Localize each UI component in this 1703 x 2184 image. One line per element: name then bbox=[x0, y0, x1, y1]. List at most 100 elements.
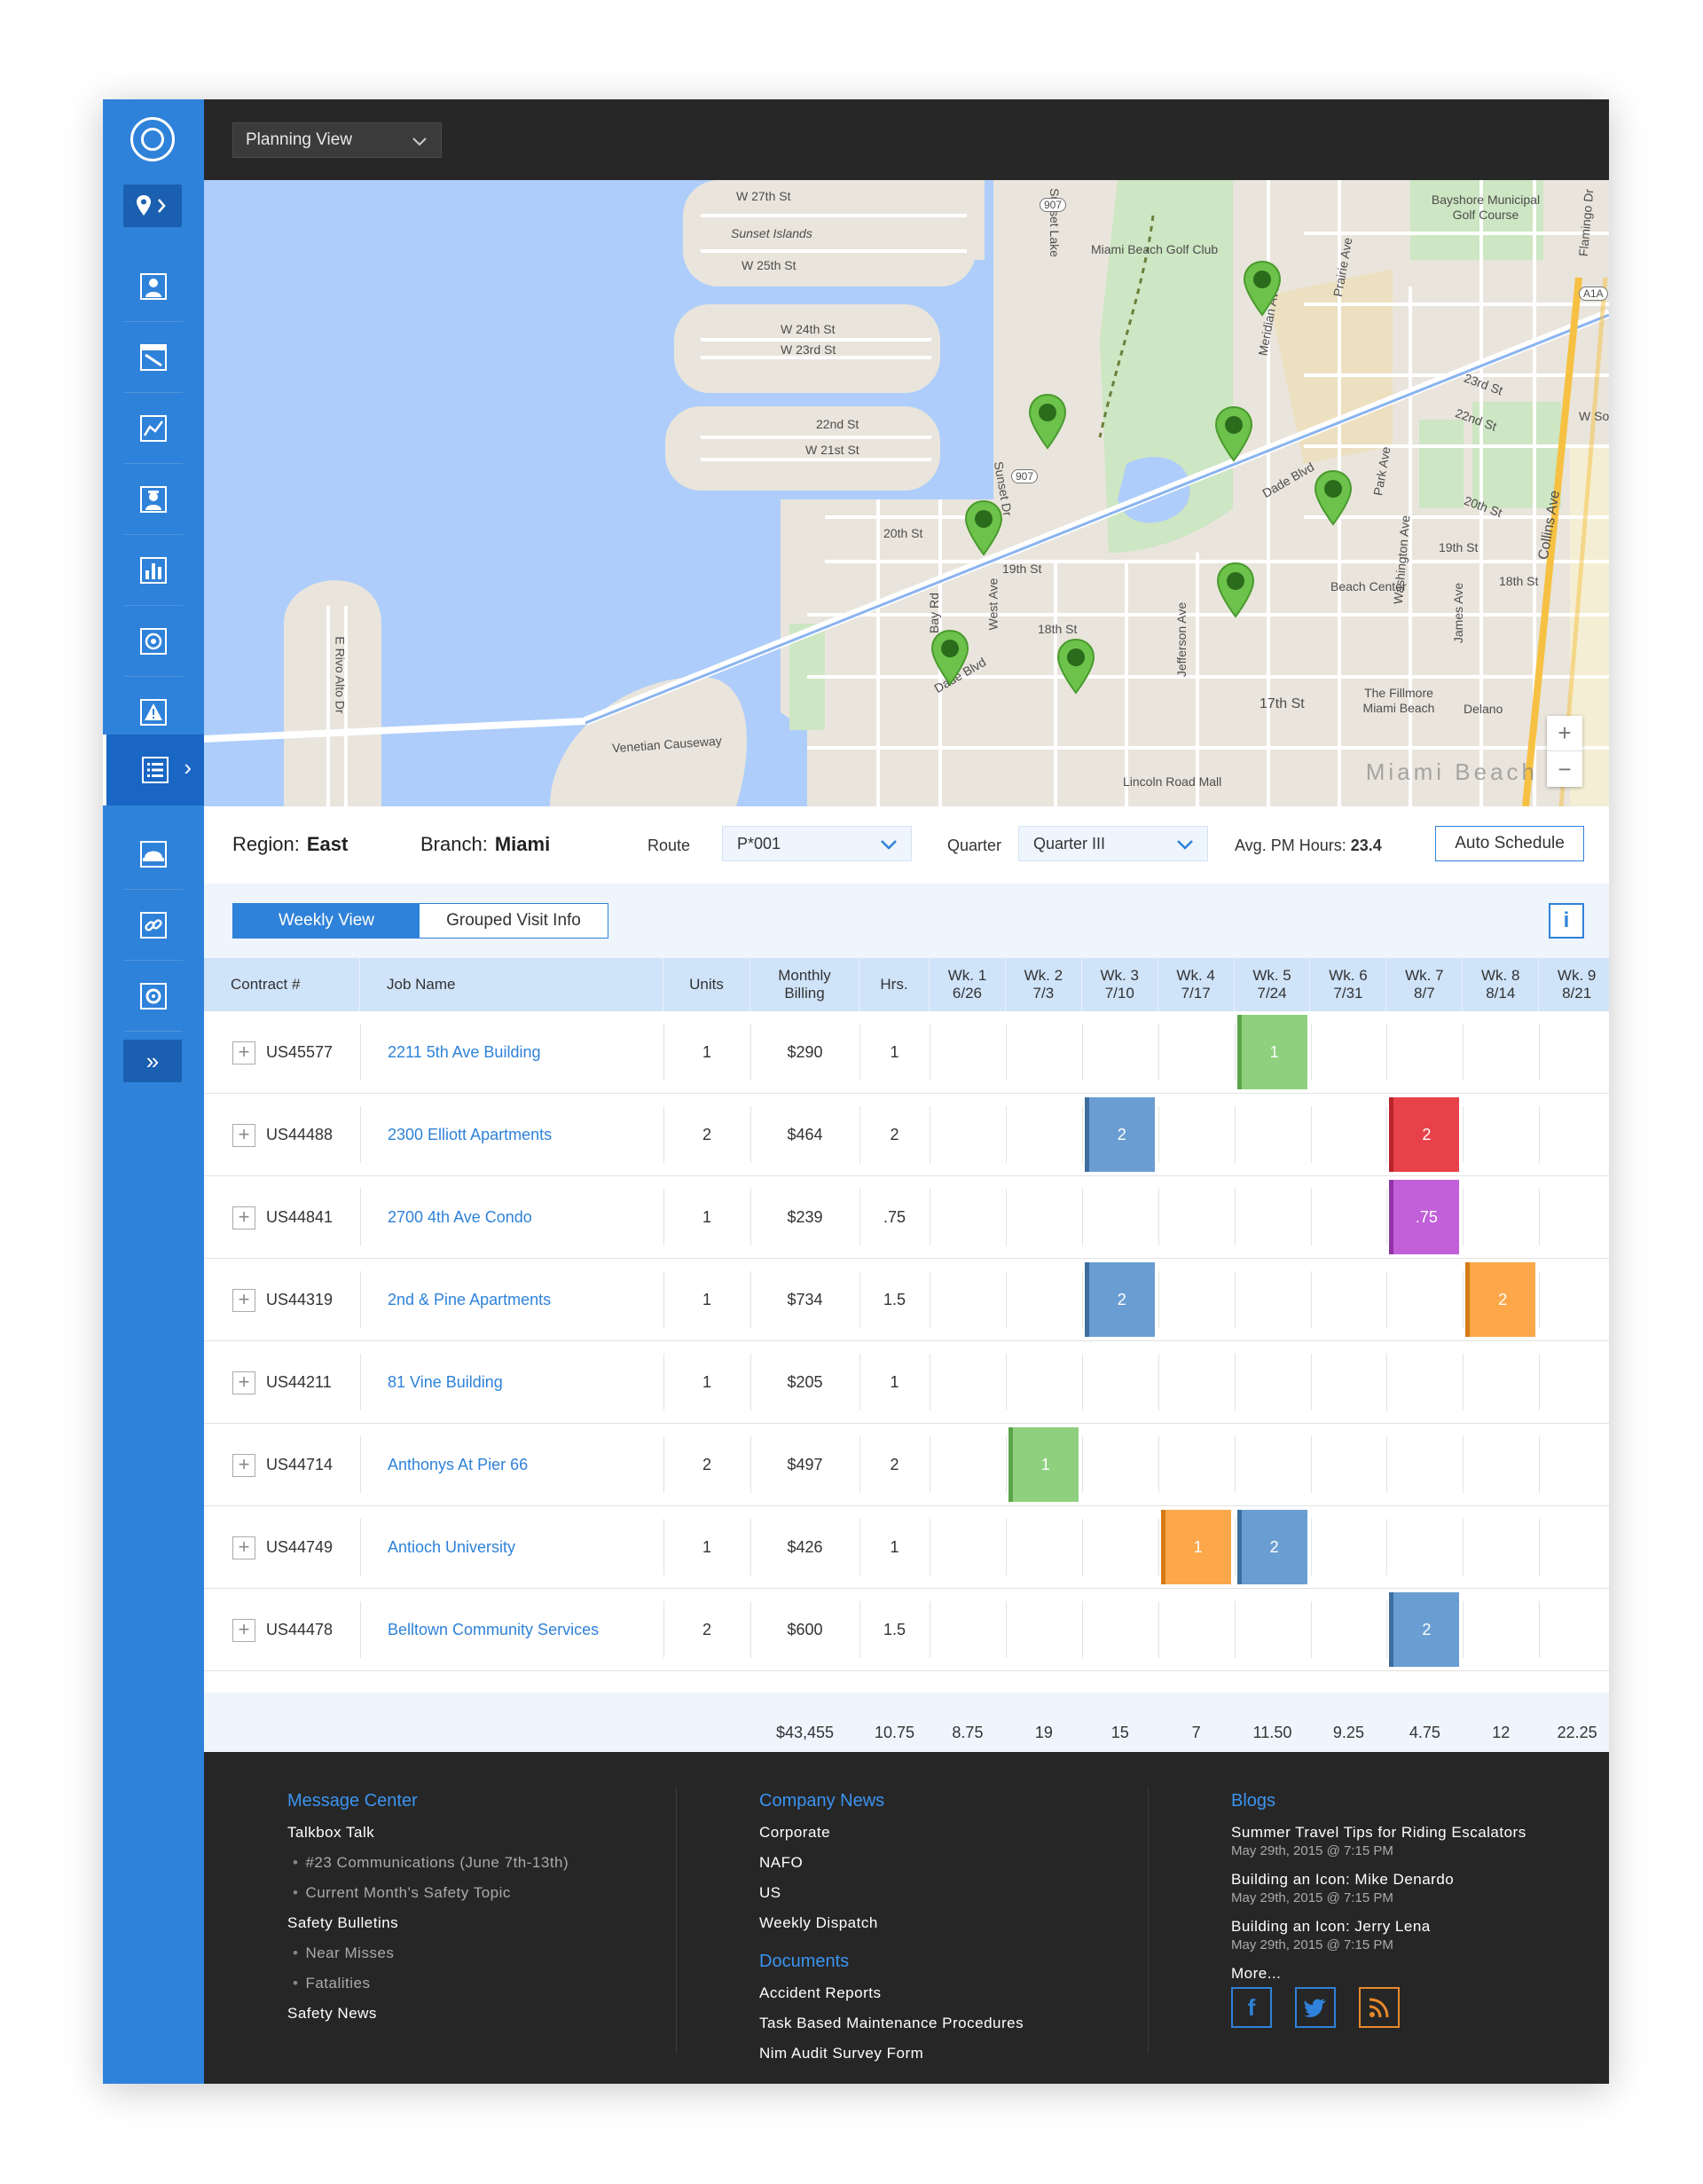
column-header-week[interactable]: Wk. 7 8/7 bbox=[1386, 958, 1464, 1011]
blog-title[interactable]: Summer Travel Tips for Riding Escalators bbox=[1231, 1824, 1526, 1842]
job-name-link[interactable]: 2nd & Pine Apartments bbox=[388, 1259, 551, 1341]
scheduled-visit-block[interactable]: 2 bbox=[1084, 1262, 1155, 1337]
table-row[interactable]: + US44841 2700 4th Ave Condo 1 $239 .75 .75 bbox=[204, 1176, 1609, 1259]
column-header-week[interactable]: Wk. 4 7/17 bbox=[1158, 958, 1235, 1011]
table-row[interactable]: + US44714 Anthonys At Pier 66 2 $497 2 1 bbox=[204, 1424, 1609, 1506]
footer-sublink[interactable]: Current Month's Safety Topic bbox=[287, 1884, 569, 1902]
map-location-toggle-button[interactable] bbox=[123, 185, 182, 227]
job-name-link[interactable]: Belltown Community Services bbox=[388, 1589, 599, 1671]
map-marker[interactable] bbox=[930, 629, 970, 686]
footer-link[interactable]: Task Based Maintenance Procedures bbox=[759, 2015, 1024, 2032]
column-header-contract[interactable]: Contract # bbox=[204, 958, 360, 1011]
scheduled-visit-block[interactable]: 1 bbox=[1236, 1015, 1307, 1089]
expand-row-plus-icon[interactable]: + bbox=[232, 1454, 255, 1477]
footer-link[interactable]: Corporate bbox=[759, 1824, 1024, 1842]
tab-grouped-visit-info[interactable]: Grouped Visit Info bbox=[420, 904, 608, 938]
scheduled-visit-block[interactable]: 2 bbox=[1389, 1097, 1460, 1172]
scheduled-visit-block[interactable]: 1 bbox=[1008, 1427, 1079, 1502]
scheduled-visit-block[interactable]: .75 bbox=[1389, 1180, 1460, 1254]
job-name-link[interactable]: 2700 4th Ave Condo bbox=[388, 1176, 532, 1259]
map-marker[interactable] bbox=[1027, 393, 1068, 450]
footer-sublink[interactable]: Near Misses bbox=[287, 1944, 569, 1962]
sidebar-item-settings-target[interactable] bbox=[124, 607, 183, 677]
blog-title[interactable]: Building an Icon: Mike Denardo bbox=[1231, 1871, 1526, 1889]
column-header-week[interactable]: Wk. 8 8/14 bbox=[1463, 958, 1540, 1011]
map-marker[interactable] bbox=[1213, 405, 1254, 462]
expand-row-plus-icon[interactable]: + bbox=[232, 1371, 255, 1394]
twitter-button[interactable] bbox=[1295, 1987, 1336, 2028]
map-marker[interactable] bbox=[1242, 260, 1283, 317]
map-marker[interactable] bbox=[1313, 469, 1354, 526]
route-select[interactable]: P*001 bbox=[722, 826, 912, 861]
column-header-monthly-billing[interactable]: Monthly Billing bbox=[750, 958, 859, 1011]
footer-sublink[interactable]: Fatalities bbox=[287, 1975, 569, 1992]
expand-row-plus-icon[interactable]: + bbox=[232, 1041, 255, 1065]
job-name-link[interactable]: Antioch University bbox=[388, 1506, 515, 1589]
column-header-week[interactable]: Wk. 3 7/10 bbox=[1082, 958, 1158, 1011]
column-header-week[interactable]: Wk. 9 8/21 bbox=[1539, 958, 1609, 1011]
tab-weekly-view[interactable]: Weekly View bbox=[233, 904, 420, 938]
map-marker[interactable] bbox=[963, 499, 1004, 556]
footer-sublink[interactable]: #23 Communications (June 7th-13th) bbox=[287, 1854, 569, 1872]
footer-link[interactable]: Safety Bulletins bbox=[287, 1914, 569, 1932]
table-row[interactable]: + US44749 Antioch University 1 $426 1 1 2 bbox=[204, 1506, 1609, 1589]
footer-link[interactable]: Weekly Dispatch bbox=[759, 1914, 1024, 1932]
column-header-week[interactable]: Wk. 6 7/31 bbox=[1311, 958, 1387, 1011]
sidebar-item-planning[interactable]: › bbox=[103, 735, 204, 805]
footer-link[interactable]: Accident Reports bbox=[759, 1984, 1024, 2002]
sidebar-item-config[interactable] bbox=[124, 962, 183, 1032]
footer-link[interactable]: NAFO bbox=[759, 1854, 1024, 1872]
column-header-week[interactable]: Wk. 2 7/3 bbox=[1006, 958, 1082, 1011]
blog-title[interactable]: Building an Icon: Jerry Lena bbox=[1231, 1918, 1526, 1936]
column-header-week[interactable]: Wk. 1 6/26 bbox=[930, 958, 1006, 1011]
rss-button[interactable] bbox=[1359, 1987, 1400, 2028]
job-name-link[interactable]: Anthonys At Pier 66 bbox=[388, 1424, 528, 1506]
job-name-link[interactable]: 2211 5th Ave Building bbox=[388, 1011, 540, 1094]
zoom-in-button[interactable]: + bbox=[1547, 716, 1582, 751]
auto-schedule-button[interactable]: Auto Schedule bbox=[1435, 826, 1584, 861]
footer-heading[interactable]: Company News bbox=[759, 1791, 1024, 1811]
logo[interactable] bbox=[130, 117, 175, 161]
column-header-hours[interactable]: Hrs. bbox=[859, 958, 930, 1011]
sidebar-item-safety[interactable] bbox=[124, 820, 183, 890]
sidebar-item-technician[interactable] bbox=[124, 252, 183, 322]
sidebar-item-workers[interactable] bbox=[124, 465, 183, 535]
expand-row-plus-icon[interactable]: + bbox=[232, 1289, 255, 1312]
footer-link[interactable]: Safety News bbox=[287, 2005, 569, 2023]
expand-row-plus-icon[interactable]: + bbox=[232, 1619, 255, 1642]
map-marker[interactable] bbox=[1056, 638, 1096, 695]
footer-heading[interactable]: Message Center bbox=[287, 1791, 569, 1811]
facebook-button[interactable]: f bbox=[1231, 1987, 1272, 2028]
scheduled-visit-block[interactable]: 2 bbox=[1389, 1592, 1460, 1667]
footer-heading[interactable]: Blogs bbox=[1231, 1791, 1526, 1811]
table-row[interactable]: + US44319 2nd & Pine Apartments 1 $734 1.5 2 2 bbox=[204, 1259, 1609, 1341]
sidebar-item-reports[interactable] bbox=[124, 536, 183, 606]
scheduled-visit-block[interactable]: 1 bbox=[1160, 1510, 1231, 1584]
column-header-week[interactable]: Wk. 5 7/24 bbox=[1235, 958, 1311, 1011]
expand-sidebar-button[interactable]: » bbox=[123, 1040, 182, 1082]
table-row[interactable]: + US44478 Belltown Community Services 2 $600… bbox=[204, 1589, 1609, 1671]
footer-link[interactable]: Talkbox Talk bbox=[287, 1824, 569, 1842]
expand-row-plus-icon[interactable]: + bbox=[232, 1536, 255, 1559]
expand-row-plus-icon[interactable]: + bbox=[232, 1124, 255, 1147]
blogs-more-link[interactable]: More... bbox=[1231, 1965, 1526, 1983]
sidebar-item-links[interactable] bbox=[124, 891, 183, 961]
column-header-job-name[interactable]: Job Name bbox=[360, 958, 663, 1011]
footer-link[interactable]: Nim Audit Survey Form bbox=[759, 2045, 1024, 2062]
footer-link[interactable]: US bbox=[759, 1884, 1024, 1902]
view-select[interactable]: Planning View bbox=[232, 122, 442, 158]
map-view[interactable]: W 27th St Sunset Islands W 25th St W 24t… bbox=[204, 180, 1609, 806]
footer-heading[interactable]: Documents bbox=[759, 1952, 1024, 1972]
column-header-units[interactable]: Units bbox=[663, 958, 750, 1011]
scheduled-visit-block[interactable]: 2 bbox=[1465, 1262, 1536, 1337]
sidebar-item-trends[interactable] bbox=[124, 394, 183, 464]
sidebar-item-tools[interactable] bbox=[124, 323, 183, 393]
job-name-link[interactable]: 2300 Elliott Apartments bbox=[388, 1094, 552, 1176]
scheduled-visit-block[interactable]: 2 bbox=[1236, 1510, 1307, 1584]
table-row[interactable]: + US44488 2300 Elliott Apartments 2 $464 2 2 2 bbox=[204, 1094, 1609, 1176]
table-row[interactable]: + US45577 2211 5th Ave Building 1 $290 1 1 bbox=[204, 1011, 1609, 1094]
map-marker[interactable] bbox=[1215, 562, 1256, 618]
table-row[interactable]: + US44211 81 Vine Building 1 $205 1 bbox=[204, 1341, 1609, 1424]
job-name-link[interactable]: 81 Vine Building bbox=[388, 1341, 503, 1424]
info-button[interactable]: i bbox=[1549, 903, 1584, 939]
